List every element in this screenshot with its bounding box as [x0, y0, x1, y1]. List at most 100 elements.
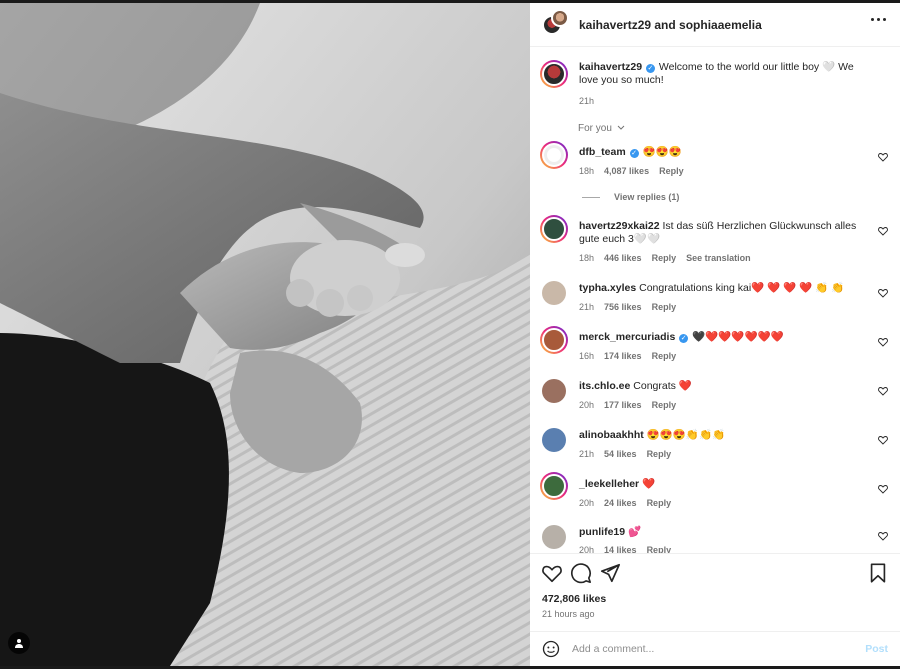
see-translation-button[interactable]: See translation — [686, 253, 751, 263]
caption-time: 21h — [579, 96, 595, 106]
chevron-down-icon — [617, 125, 625, 130]
caption: kaihavertz29 ✓ Welcome to the world our … — [579, 61, 874, 87]
comment-username[interactable]: its.chlo.ee — [579, 380, 630, 392]
comment-text: 🖤❤️❤️❤️❤️❤️❤️ — [692, 331, 784, 343]
avatar[interactable] — [540, 141, 568, 169]
reply-button[interactable]: Reply — [652, 302, 677, 312]
heart-icon[interactable] — [878, 288, 888, 298]
post-header: kaihavertz29 and sophiaaemelia — [530, 3, 900, 47]
comment-likes[interactable]: 24 likes — [604, 498, 637, 508]
comment-username[interactable]: _leekelleher — [579, 478, 639, 490]
comment-username[interactable]: merck_mercuriadis — [579, 331, 675, 343]
comment: merck_mercuriadis ✓ 🖤❤️❤️❤️❤️❤️❤️ — [579, 331, 874, 344]
avatar[interactable] — [540, 326, 568, 354]
comment: its.chlo.ee Congrats ❤️ — [579, 380, 874, 393]
heart-icon[interactable] — [878, 484, 888, 494]
heart-icon[interactable] — [878, 435, 888, 445]
reply-button[interactable]: Reply — [652, 253, 677, 263]
comment-username[interactable]: dfb_team — [579, 146, 626, 158]
reply-button[interactable]: Reply — [652, 400, 677, 410]
emoji-icon[interactable] — [542, 640, 560, 658]
comment-meta: 20h 24 likes Reply — [579, 498, 671, 508]
comment-likes[interactable]: 4,087 likes — [604, 166, 649, 176]
comment-time: 21h — [579, 449, 595, 459]
comment-meta: 18h 4,087 likes Reply — [579, 166, 684, 176]
verified-icon: ✓ — [679, 334, 689, 343]
reply-button[interactable]: Reply — [647, 498, 672, 508]
comment-text: 💕 — [628, 526, 642, 538]
heart-icon[interactable] — [541, 562, 563, 584]
comment: _leekelleher ❤️ — [579, 478, 874, 491]
reply-button[interactable]: Reply — [652, 351, 677, 361]
avatar[interactable] — [542, 379, 566, 403]
comment: alinobaakhht 😍😍😍👏👏👏 — [579, 429, 874, 442]
comment-composer: Post — [530, 631, 900, 666]
sort-label: For you — [578, 123, 612, 134]
avatar[interactable] — [540, 215, 568, 243]
view-replies-button[interactable]: View replies (1) — [582, 192, 679, 202]
comment-likes[interactable]: 446 likes — [604, 253, 642, 263]
comment-username[interactable]: alinobaakhht — [579, 429, 644, 441]
comment-icon[interactable] — [570, 562, 592, 584]
comment-text: Congrats ❤️ — [633, 380, 692, 392]
comment-username[interactable]: typha.xyles — [579, 282, 636, 294]
post-authors[interactable]: kaihavertz29 and sophiaaemelia — [579, 18, 762, 32]
comment-likes[interactable]: 177 likes — [604, 400, 642, 410]
comment-text: 😍😍😍 — [642, 146, 682, 158]
view-replies-label: View replies (1) — [614, 192, 680, 202]
user-tag-icon — [15, 639, 23, 648]
comment-likes[interactable]: 14 likes — [604, 545, 637, 553]
reply-button[interactable]: Reply — [659, 166, 684, 176]
share-icon[interactable] — [599, 562, 621, 584]
comment-meta: 16h 174 likes Reply — [579, 351, 676, 361]
comment-likes[interactable]: 756 likes — [604, 302, 642, 312]
heart-icon[interactable] — [878, 531, 888, 541]
comment-meta: 20h 177 likes Reply — [579, 400, 676, 410]
more-options-icon[interactable] — [871, 18, 886, 21]
post-detail-panel: kaihavertz29 and sophiaaemelia kaihavert… — [530, 3, 900, 666]
comment-time: 20h — [579, 400, 595, 410]
comment-time: 21h — [579, 302, 595, 312]
comment-meta: 21h 54 likes Reply — [579, 449, 671, 459]
collab-avatars[interactable] — [542, 8, 570, 39]
comment-time: 20h — [579, 545, 595, 553]
comment-meta: 20h 14 likes Reply — [579, 545, 671, 553]
comment-time: 18h — [579, 166, 595, 176]
comment-sort-dropdown[interactable]: For you — [578, 123, 625, 134]
caption-meta: 21h — [579, 96, 594, 106]
comment-time: 18h — [579, 253, 595, 263]
heart-icon[interactable] — [878, 152, 888, 162]
comment-likes[interactable]: 174 likes — [604, 351, 642, 361]
caption-author[interactable]: kaihavertz29 — [579, 61, 642, 73]
likes-count[interactable]: 472,806 likes — [542, 593, 606, 605]
heart-icon[interactable] — [878, 337, 888, 347]
bookmark-icon[interactable] — [867, 562, 889, 584]
comment: dfb_team ✓ 😍😍😍 — [579, 146, 874, 159]
reply-button[interactable]: Reply — [647, 449, 672, 459]
heart-icon[interactable] — [878, 226, 888, 236]
comment-input[interactable] — [572, 643, 842, 655]
post-comment-button[interactable]: Post — [865, 643, 888, 655]
comment: punlife19 💕 — [579, 526, 874, 539]
comment-username[interactable]: havertz29xkai22 — [579, 220, 660, 232]
comment-time: 16h — [579, 351, 595, 361]
avatar[interactable] — [540, 60, 568, 88]
comment-time: 20h — [579, 498, 595, 508]
comment-meta: 18h 446 likes Reply See translation — [579, 253, 751, 263]
comment-meta: 21h 756 likes Reply — [579, 302, 676, 312]
tagged-users-button[interactable] — [8, 632, 30, 654]
reply-button[interactable]: Reply — [647, 545, 672, 553]
comment-text: ❤️ — [642, 478, 656, 490]
avatar[interactable] — [542, 428, 566, 452]
avatar[interactable] — [542, 281, 566, 305]
post-timestamp: 21 hours ago — [542, 609, 595, 619]
post-photo[interactable] — [0, 3, 530, 666]
photo-hands-image — [0, 3, 530, 666]
heart-icon[interactable] — [878, 386, 888, 396]
avatar[interactable] — [540, 472, 568, 500]
comment-username[interactable]: punlife19 — [579, 526, 625, 538]
verified-icon: ✓ — [645, 64, 655, 73]
avatar[interactable] — [542, 525, 566, 549]
comment-likes[interactable]: 54 likes — [604, 449, 637, 459]
comments-section[interactable]: kaihavertz29 ✓ Welcome to the world our … — [530, 48, 900, 553]
